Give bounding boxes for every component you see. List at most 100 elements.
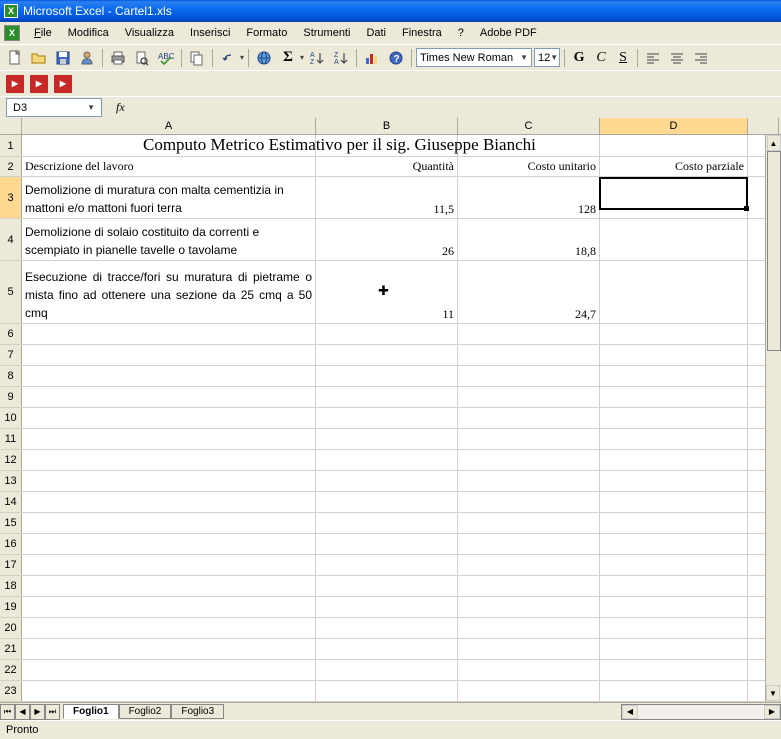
cell-C21[interactable]	[458, 639, 600, 659]
scroll-up-button[interactable]: ▲	[767, 135, 781, 151]
cell-D5[interactable]	[600, 261, 748, 323]
new-button[interactable]	[4, 47, 26, 69]
cell-C20[interactable]	[458, 618, 600, 638]
undo-button[interactable]	[217, 47, 239, 69]
row-header-6[interactable]: 6	[0, 324, 22, 344]
copy-button[interactable]	[186, 47, 208, 69]
undo-dropdown[interactable]: ▾	[240, 53, 244, 62]
cell-B8[interactable]	[316, 366, 458, 386]
cell-D15[interactable]	[600, 513, 748, 533]
print-button[interactable]	[107, 47, 129, 69]
row-header-16[interactable]: 16	[0, 534, 22, 554]
cell-D3[interactable]	[600, 177, 748, 218]
row-header-18[interactable]: 18	[0, 576, 22, 596]
row-header-21[interactable]: 21	[0, 639, 22, 659]
cell-A18[interactable]	[22, 576, 316, 596]
cell-D20[interactable]	[600, 618, 748, 638]
cell-D19[interactable]	[600, 597, 748, 617]
cell-C23[interactable]	[458, 681, 600, 701]
menu-dati[interactable]: Dati	[359, 25, 393, 41]
font-size-select[interactable]: 12▼	[534, 48, 560, 67]
font-name-select[interactable]: Times New Roman▼	[416, 48, 532, 67]
cell-B10[interactable]	[316, 408, 458, 428]
cell-C8[interactable]	[458, 366, 600, 386]
row-header-1[interactable]: 1	[0, 135, 22, 156]
autosum-button[interactable]: Σ	[277, 47, 299, 69]
cell-C19[interactable]	[458, 597, 600, 617]
vertical-scrollbar[interactable]: ▲ ▼	[765, 135, 781, 701]
cell-D14[interactable]	[600, 492, 748, 512]
cell-B14[interactable]	[316, 492, 458, 512]
cell-B19[interactable]	[316, 597, 458, 617]
cell-A2[interactable]: Descrizione del lavoro	[22, 157, 316, 176]
row-header-19[interactable]: 19	[0, 597, 22, 617]
pdf-email-button[interactable]: ▶	[28, 73, 50, 95]
cell-D8[interactable]	[600, 366, 748, 386]
autosum-dropdown[interactable]: ▾	[300, 53, 304, 62]
row-header-3[interactable]: 3	[0, 177, 22, 218]
cell-A21[interactable]	[22, 639, 316, 659]
cell-A11[interactable]	[22, 429, 316, 449]
cell-D9[interactable]	[600, 387, 748, 407]
cell-C14[interactable]	[458, 492, 600, 512]
cell-B15[interactable]	[316, 513, 458, 533]
cell-A4[interactable]: Demolizione di solaio costituito da corr…	[22, 219, 316, 260]
cell-B11[interactable]	[316, 429, 458, 449]
cell-D11[interactable]	[600, 429, 748, 449]
cell-C17[interactable]	[458, 555, 600, 575]
row-header-9[interactable]: 9	[0, 387, 22, 407]
chart-button[interactable]	[361, 47, 383, 69]
cell-A1[interactable]: Computo Metrico Estimativo per il sig. G…	[22, 135, 316, 156]
cell-D6[interactable]	[600, 324, 748, 344]
help-button[interactable]: ?	[385, 47, 407, 69]
cell-C9[interactable]	[458, 387, 600, 407]
save-button[interactable]	[52, 47, 74, 69]
cell-C3[interactable]: 128	[458, 177, 600, 218]
cell-A20[interactable]	[22, 618, 316, 638]
cell-C2[interactable]: Costo unitario	[458, 157, 600, 176]
row-header-5[interactable]: 5	[0, 261, 22, 323]
cell-B23[interactable]	[316, 681, 458, 701]
menu-formato[interactable]: Formato	[239, 25, 294, 41]
tab-foglio1[interactable]: Foglio1	[63, 704, 119, 719]
col-header-C[interactable]: C	[458, 118, 600, 134]
tab-foglio2[interactable]: Foglio2	[119, 704, 172, 719]
pdf-review-button[interactable]: ▶	[52, 73, 74, 95]
menu-inserisci[interactable]: Inserisci	[183, 25, 237, 41]
cell-B2[interactable]: Quantità	[316, 157, 458, 176]
cell-A8[interactable]	[22, 366, 316, 386]
horizontal-scrollbar[interactable]: ◀ ▶	[621, 704, 781, 720]
cell-B3[interactable]: 11,5	[316, 177, 458, 218]
col-header-B[interactable]: B	[316, 118, 458, 134]
col-header-D[interactable]: D	[600, 118, 748, 134]
cell-C16[interactable]	[458, 534, 600, 554]
scroll-left-button[interactable]: ◀	[622, 705, 638, 719]
cell-A16[interactable]	[22, 534, 316, 554]
cell-D2[interactable]: Costo parziale	[600, 157, 748, 176]
app-icon[interactable]: X	[4, 25, 20, 41]
cell-D12[interactable]	[600, 450, 748, 470]
row-header-4[interactable]: 4	[0, 219, 22, 260]
cell-D22[interactable]	[600, 660, 748, 680]
cell-A17[interactable]	[22, 555, 316, 575]
cell-A13[interactable]	[22, 471, 316, 491]
cell-A6[interactable]	[22, 324, 316, 344]
name-box[interactable]: D3▼	[6, 98, 102, 117]
cell-B6[interactable]	[316, 324, 458, 344]
row-header-23[interactable]: 23	[0, 681, 22, 701]
cell-B5[interactable]: 11	[316, 261, 458, 323]
col-header-A[interactable]: A	[22, 118, 316, 134]
select-all-corner[interactable]	[0, 118, 22, 134]
cell-C18[interactable]	[458, 576, 600, 596]
scroll-down-button[interactable]: ▼	[766, 685, 780, 701]
cell-D21[interactable]	[600, 639, 748, 659]
sort-asc-button[interactable]: AZ	[306, 47, 328, 69]
tab-foglio3[interactable]: Foglio3	[171, 704, 224, 719]
cell-B17[interactable]	[316, 555, 458, 575]
menu-visualizza[interactable]: Visualizza	[118, 25, 181, 41]
cell-D7[interactable]	[600, 345, 748, 365]
row-header-17[interactable]: 17	[0, 555, 22, 575]
menu-file[interactable]: File	[27, 25, 59, 41]
cell-A3[interactable]: Demolizione di muratura con malta cement…	[22, 177, 316, 218]
cell-A23[interactable]	[22, 681, 316, 701]
